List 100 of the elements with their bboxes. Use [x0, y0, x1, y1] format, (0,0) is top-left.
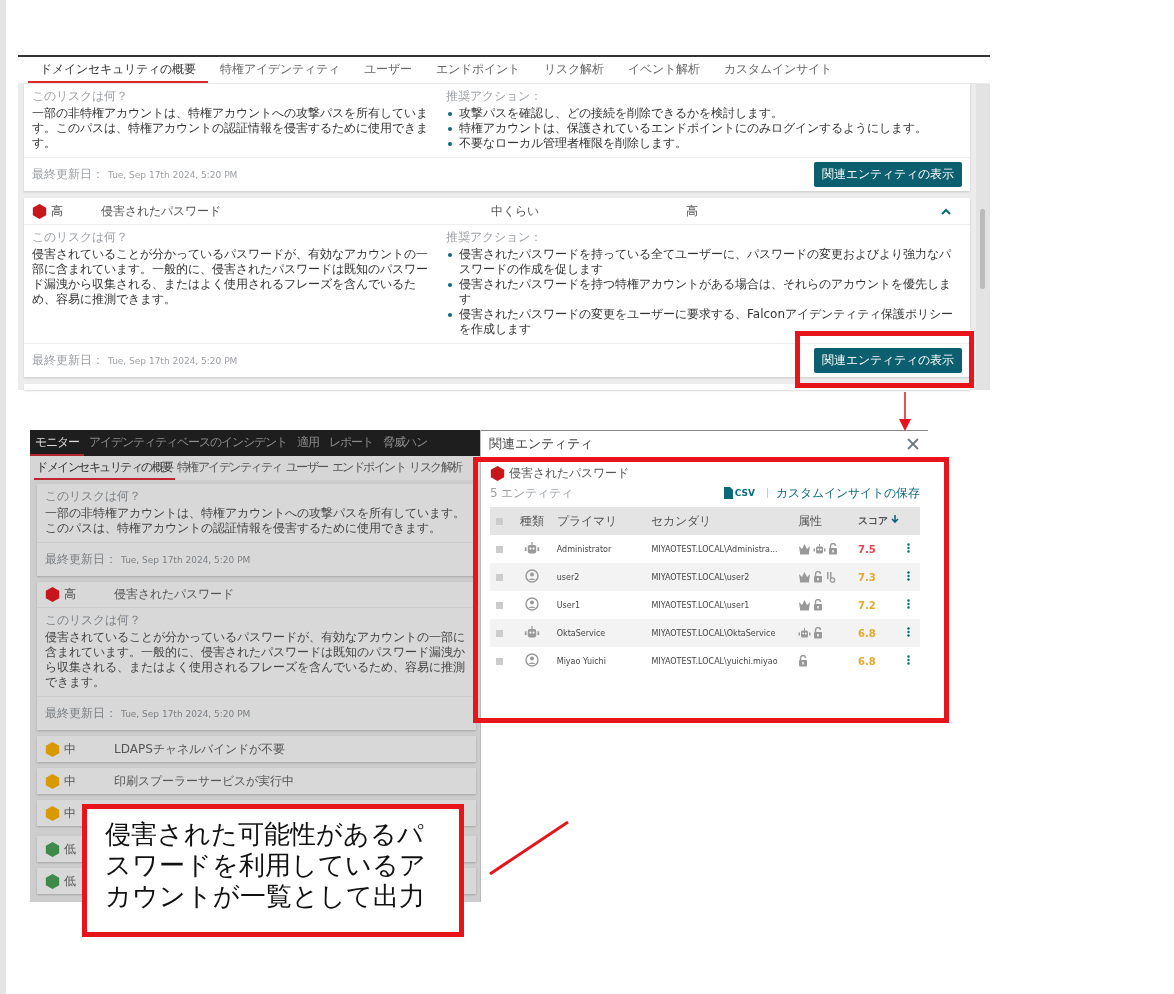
tab[interactable]: エンドポイント [424, 57, 532, 83]
score-cell: 6.8 [856, 619, 907, 647]
likelihood-label: 中くらい [491, 202, 540, 220]
checkbox[interactable] [496, 601, 503, 609]
table-cell: user2 [550, 563, 651, 591]
unlocked-padlock-icon [813, 599, 824, 611]
column-header[interactable]: 種類 [514, 507, 551, 535]
crown-icon [798, 543, 812, 555]
table-cell: User1 [550, 591, 651, 619]
callout-tooltip: 侵害された可能性があるパスワードを利用しているアカウントが一覧として出力 [82, 804, 464, 937]
column-header[interactable]: セカンダリ [650, 507, 798, 535]
checkbox[interactable] [496, 545, 503, 553]
score-cell: 6.8 [856, 647, 907, 675]
updated-date: Tue, Sep 17th 2024, 5:20 PM [108, 169, 239, 180]
robot-icon [524, 542, 541, 554]
risk-row[interactable]: 中 LDAPSチャネルバインドが不要 [37, 736, 476, 762]
bullet-icon [448, 313, 452, 317]
column-header[interactable]: スコア [856, 507, 907, 535]
severity-label: 低 [64, 840, 77, 858]
tab[interactable]: エンドポイント [329, 456, 407, 480]
recommended-action: 攻撃パスを確認し、どの接続を削除できるかを検討します。 [459, 106, 783, 121]
nav-tab[interactable]: レポート [324, 430, 378, 456]
user-avatar-icon [525, 653, 540, 667]
tab[interactable]: ユーザー [352, 57, 424, 83]
more-options-icon[interactable] [907, 543, 911, 553]
updated-label: 最終更新日： [45, 705, 117, 722]
table-cell: MIYAOTEST.LOCAL\user2 [650, 563, 798, 591]
tab[interactable]: 特権アイデンティティ [208, 57, 352, 83]
more-options-icon[interactable] [907, 599, 911, 609]
risk-title: 侵害されたパスワード [114, 586, 234, 603]
nav-tab[interactable]: 脅威ハン [378, 430, 432, 456]
score-cell: 7.5 [856, 535, 907, 563]
table-cell: Administrator [550, 535, 651, 563]
recommended-action: 侵害されたパスワードの変更をユーザーに要求する、Falconアイデンティティ保護ポリシーを作成します [459, 307, 955, 337]
show-entities-button[interactable]: 関連エンティティの表示 [814, 162, 962, 187]
section-label: 推奨アクション： [446, 88, 543, 105]
score-cell: 7.3 [856, 563, 907, 591]
table-cell: MIYAOTEST.LOCAL\Administra... [650, 535, 798, 563]
table-cell: OktaService [550, 619, 651, 647]
table-cell: MIYAOTEST.LOCAL\user1 [650, 591, 798, 619]
sort-arrow-icon [890, 515, 899, 524]
nav-tab[interactable]: 適用 [292, 430, 324, 456]
save-insight-link[interactable]: カスタムインサイトの保存 [776, 484, 920, 502]
updated-label: 最終更新日： [32, 352, 104, 369]
recommended-action: 侵害されたパスワードを持つ特権アカウントがある場合は、それらのアカウントを優先します [459, 277, 952, 307]
more-options-icon[interactable] [907, 571, 911, 581]
entity-count: 5 エンティティ [490, 484, 575, 502]
severity-label: 高 [64, 586, 77, 603]
show-entities-button[interactable]: 関連エンティティの表示 [814, 348, 962, 373]
bullet-icon [448, 283, 452, 287]
severity-label: 高 [51, 202, 64, 220]
risk-title: 侵害されたパスワード [509, 464, 629, 482]
checkbox[interactable] [496, 657, 503, 665]
unlocked-padlock-icon [828, 543, 839, 555]
bullet-icon [448, 253, 452, 257]
checkbox[interactable] [496, 573, 503, 581]
csv-link[interactable]: CSV [734, 488, 755, 498]
severity-label: 中 [64, 740, 77, 758]
unlocked-padlock-icon [813, 571, 824, 583]
risk-row[interactable]: 中 印刷スプーラーサービスが実行中 [37, 768, 476, 794]
tab[interactable]: ユーザー [283, 456, 330, 480]
section-label: このリスクは何？ [45, 488, 142, 505]
tab[interactable]: リスク解析 [407, 456, 464, 480]
checkbox[interactable] [496, 629, 503, 637]
more-options-icon[interactable] [907, 627, 911, 637]
bullet-icon [448, 142, 452, 146]
risk-description: 侵害されていることが分かっているパスワードが、有効なアカウントの一部に含まれています。一般的に、侵害されたパスワードは既知のパスワード漏洩から収集される、またはよく使用されるフレーズを含んでいるため、容易に推測できます。 [32, 247, 429, 307]
close-icon[interactable] [906, 437, 920, 451]
updated-label: 最終更新日： [32, 166, 104, 183]
tab[interactable]: カスタムインサイト [712, 57, 844, 83]
drawer-title: 関連エンティティ [489, 435, 593, 453]
column-header[interactable]: プライマリ [550, 507, 651, 535]
unlocked-padlock-icon [798, 655, 809, 667]
recommended-action: 不要なローカル管理者権限を削除します。 [459, 136, 687, 151]
unlocked-padlock-icon [813, 627, 824, 639]
risk-title: LDAPSチャネルバインドが不要 [114, 740, 285, 758]
section-label: このリスクは何？ [45, 612, 142, 629]
user-avatar-icon [525, 597, 540, 611]
tab[interactable]: ドメインセキュリティの概要 [34, 456, 175, 480]
nav-tab[interactable]: アイデンティティベースのインシデント [84, 430, 292, 456]
robot-icon [524, 626, 541, 638]
risk-description: 一部の非特権アカウントは、特権アカウントへの攻撃パスを所有しています。このパスは、特権アカウントの認証情報を侵害するために使用できます。 [45, 506, 466, 536]
annotation-arrow [898, 392, 912, 432]
section-label: このリスクは何？ [32, 229, 129, 246]
key-icon [825, 571, 837, 583]
checkbox[interactable] [496, 518, 503, 525]
more-options-icon[interactable] [907, 655, 911, 665]
updated-date: Tue, Sep 17th 2024, 5:20 PM [108, 355, 239, 366]
tab[interactable]: リスク解析 [532, 57, 616, 83]
section-label: 推奨アクション： [446, 229, 543, 246]
table-cell: MIYAOTEST.LOCAL\OktaService [650, 619, 798, 647]
user-avatar-icon [525, 569, 540, 583]
updated-date: Tue, Sep 17th 2024, 5:20 PM [121, 708, 252, 719]
tab[interactable]: イベント解析 [616, 57, 712, 83]
table-cell: MIYAOTEST.LOCAL\yuichi.miyao [650, 647, 798, 675]
severity-label: 中 [64, 772, 77, 790]
impact-label: 高 [686, 202, 699, 220]
updated-date: Tue, Sep 17th 2024, 5:20 PM [121, 554, 252, 565]
tab[interactable]: 特権アイデンティティ [174, 456, 284, 480]
column-header[interactable]: 属性 [797, 507, 857, 535]
